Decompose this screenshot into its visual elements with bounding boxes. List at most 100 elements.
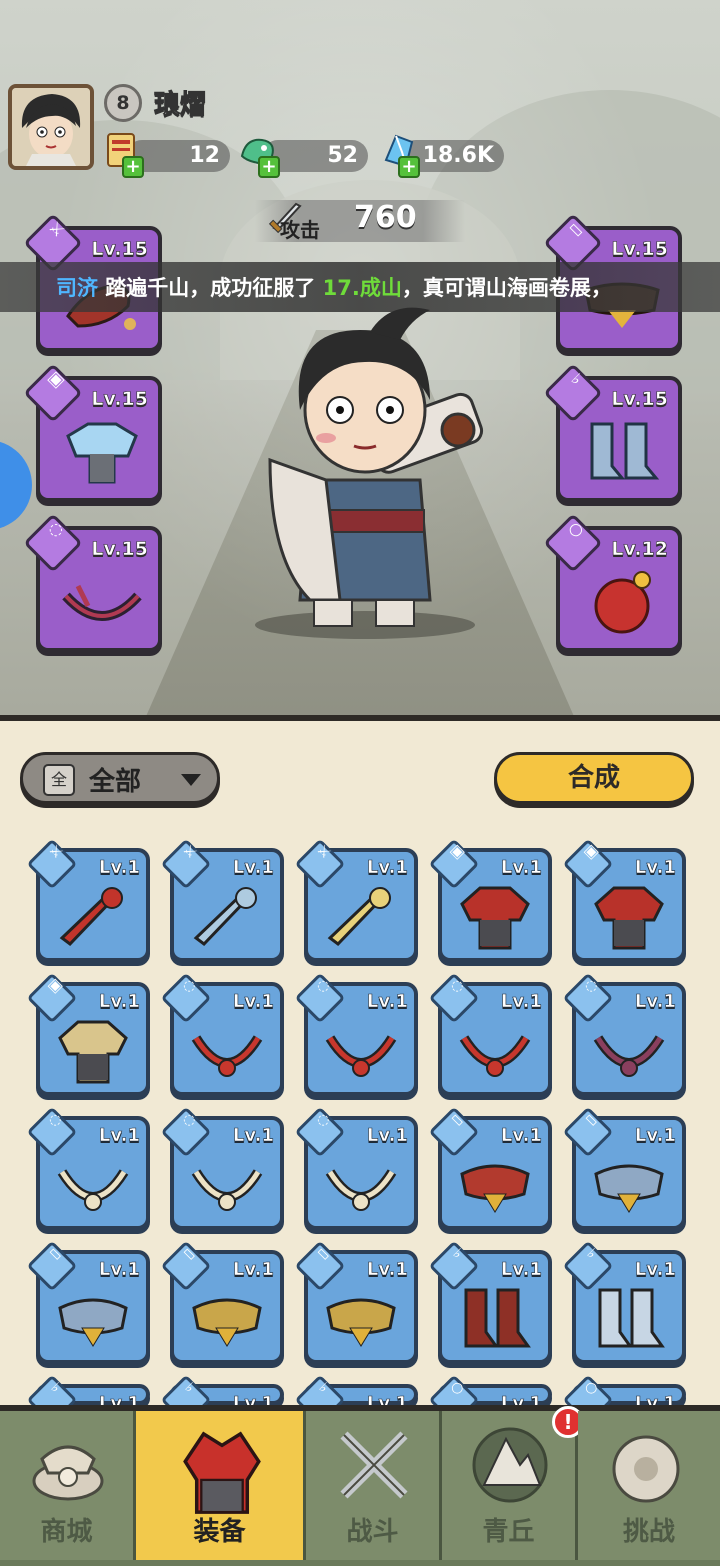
item-level: Lv.1 (366, 991, 409, 1013)
belt-art (460, 1164, 530, 1213)
item-level: Lv.1 (366, 857, 409, 879)
inventory-item-boots[interactable]: ♭ Lv.1 (428, 1240, 552, 1364)
inventory-item-boots[interactable]: ♭ Lv.1 (160, 1374, 284, 1482)
synthesize-button[interactable]: 合成 (494, 752, 694, 804)
broadcast-place: 17.成山 (322, 276, 402, 300)
equipped-ring-level: Lv.12 (611, 538, 668, 561)
inventory-item-weapon[interactable]: ⚔ Lv.1 (160, 838, 284, 962)
inventory-item-weapon[interactable]: ⚔ Lv.1 (294, 838, 418, 962)
broadcast-player: 司济 (56, 276, 98, 300)
equipped-boots-slot[interactable]: ♭ Lv.15 (543, 363, 682, 502)
item-level: Lv.1 (634, 991, 677, 1013)
equipped-boots-level: Lv.15 (611, 388, 668, 411)
attack-value: 760 (354, 200, 417, 235)
inventory-item-necklace[interactable]: ◌ Lv.1 (562, 972, 686, 1096)
add-scroll-button[interactable]: + (122, 156, 144, 178)
necklace-art (57, 1169, 129, 1211)
boots-art (590, 422, 660, 480)
filter-dropdown[interactable]: 全 全部 (20, 752, 220, 804)
armor-art (58, 1020, 128, 1084)
item-level: Lv.1 (500, 991, 543, 1013)
inventory-item-necklace[interactable]: ◌ Lv.1 (26, 1106, 150, 1230)
inventory-item-boots[interactable]: ♭ Lv.1 (26, 1374, 150, 1482)
player-name: 琅熠 (153, 90, 207, 121)
item-level: Lv.1 (634, 857, 677, 879)
inventory-item-necklace[interactable]: ◌ Lv.1 (160, 1106, 284, 1230)
inventory-item-necklace[interactable]: ◌ Lv.1 (428, 972, 552, 1096)
filter-all-icon: 全 (43, 764, 75, 796)
inventory-item-boots[interactable]: ♭ Lv.1 (562, 1240, 686, 1364)
item-level: Lv.1 (232, 991, 275, 1013)
equipment-icon (183, 1431, 261, 1514)
item-level: Lv.1 (98, 1259, 141, 1281)
tab-battle-label: 战斗 (346, 1517, 399, 1547)
item-level: Lv.1 (634, 1125, 677, 1147)
tab-shop[interactable]: 商城 (0, 1411, 136, 1560)
player-avatar[interactable] (8, 84, 94, 170)
equipped-necklace-level: Lv.15 (91, 538, 148, 561)
belt-art (192, 1298, 262, 1347)
filter-label: 全部 (89, 767, 142, 797)
orb-icon (612, 1435, 680, 1503)
inventory-item-armor[interactable]: ▣ Lv.1 (26, 972, 150, 1096)
add-jade-button[interactable]: + (258, 156, 280, 178)
inventory-item-armor[interactable]: ▣ Lv.1 (428, 838, 552, 962)
add-crystal-button[interactable]: + (398, 156, 420, 178)
inventory-item-belt[interactable]: ▭ Lv.1 (160, 1240, 284, 1364)
swords-icon (340, 1431, 408, 1499)
tab-shop-label: 商城 (40, 1517, 93, 1547)
shop-icon (32, 1445, 104, 1501)
weapon-art (327, 887, 391, 946)
item-level: Lv.1 (98, 1125, 141, 1147)
equipped-necklace-slot[interactable]: ◌ Lv.15 (23, 513, 162, 652)
boots-art (464, 1288, 531, 1348)
inventory-item-necklace[interactable]: ◌ Lv.1 (294, 972, 418, 1096)
ring-art (594, 571, 651, 634)
tab-battle[interactable]: 战斗 (306, 1411, 442, 1560)
item-level: Lv.1 (98, 991, 141, 1013)
broadcast-text: 司济 踏遍千山，成功征服了 17.成山，真可谓山海画卷展， (56, 272, 612, 302)
equipped-weapon-level: Lv.15 (91, 238, 148, 261)
inventory-item-belt[interactable]: ▭ Lv.1 (428, 1106, 552, 1230)
tab-challenge-label: 挑战 (622, 1517, 675, 1547)
necklace-art (62, 584, 142, 621)
inventory-item-necklace[interactable]: ◌ Lv.1 (294, 1106, 418, 1230)
player-level-badge: 8 (104, 84, 142, 122)
item-level: Lv.1 (366, 1125, 409, 1147)
item-level: Lv.1 (232, 857, 275, 879)
tab-qingqiu-label: 青丘 (482, 1517, 535, 1547)
armor-art (460, 886, 530, 950)
equipped-ring-slot[interactable]: ○ Lv.12 (543, 513, 682, 652)
item-level: Lv.1 (634, 1259, 677, 1281)
equipped-armor-slot[interactable]: ▣ Lv.15 (23, 363, 162, 502)
armor-art (594, 886, 664, 950)
inventory-item-armor[interactable]: ▣ Lv.1 (562, 838, 686, 962)
inventory-item-ring[interactable]: ○ Lv.1 (562, 1374, 686, 1482)
inventory-item-belt[interactable]: ▭ Lv.1 (294, 1240, 418, 1364)
tab-challenge[interactable]: 挑战 (578, 1411, 720, 1560)
tab-equipment[interactable]: 装备 (136, 1411, 306, 1560)
broadcast-suffix: ，真可谓山海画卷展， (401, 276, 612, 300)
inventory-item-belt[interactable]: ▭ Lv.1 (26, 1240, 150, 1364)
necklace-art (325, 1035, 397, 1077)
mountain-icon (472, 1427, 548, 1503)
armor-art (66, 422, 138, 484)
item-level: Lv.1 (366, 1259, 409, 1281)
belt-art (594, 1164, 664, 1213)
necklace-art (459, 1035, 531, 1077)
inventory-item-boots[interactable]: ♭ Lv.1 (294, 1374, 418, 1482)
item-level: Lv.1 (500, 857, 543, 879)
equipped-belt-level: Lv.15 (611, 238, 668, 261)
broadcast-mid: 踏遍千山，成功征服了 (98, 276, 323, 300)
inventory-item-weapon[interactable]: ⚔ Lv.1 (26, 838, 150, 962)
necklace-art (191, 1169, 263, 1211)
chevron-down-icon (181, 774, 201, 786)
item-level: Lv.1 (98, 857, 141, 879)
item-level: Lv.1 (500, 1259, 543, 1281)
inventory-item-belt[interactable]: ▭ Lv.1 (562, 1106, 686, 1230)
hero-character (230, 300, 500, 640)
item-level: Lv.1 (500, 1125, 543, 1147)
inventory-item-ring[interactable]: ○ Lv.1 (428, 1374, 552, 1482)
belt-art (326, 1298, 396, 1347)
inventory-item-necklace[interactable]: ◌ Lv.1 (160, 972, 284, 1096)
